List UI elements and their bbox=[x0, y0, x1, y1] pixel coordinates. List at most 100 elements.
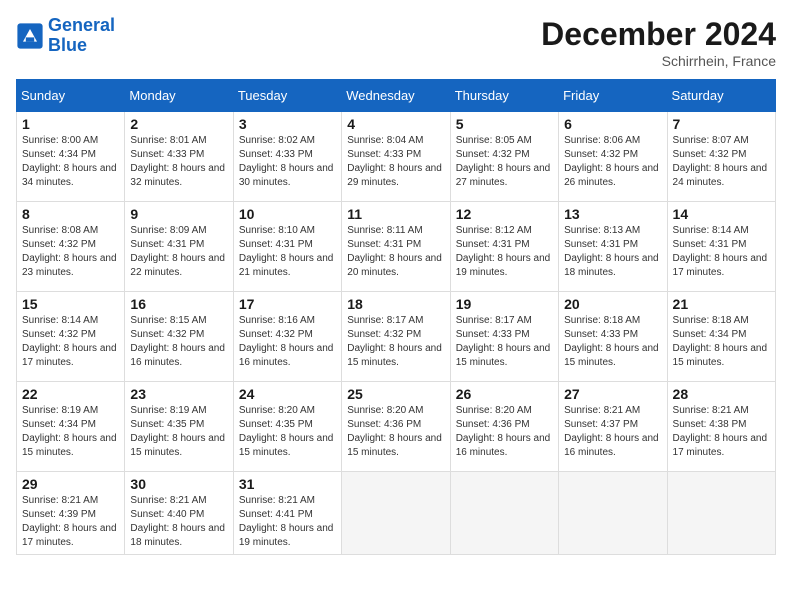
header-monday: Monday bbox=[125, 80, 233, 112]
header-tuesday: Tuesday bbox=[233, 80, 341, 112]
table-row: 20 Sunrise: 8:18 AMSunset: 4:33 PMDaylig… bbox=[559, 292, 667, 382]
table-row: 2 Sunrise: 8:01 AMSunset: 4:33 PMDayligh… bbox=[125, 112, 233, 202]
table-row bbox=[559, 472, 667, 555]
table-row: 30 Sunrise: 8:21 AMSunset: 4:40 PMDaylig… bbox=[125, 472, 233, 555]
table-row: 10 Sunrise: 8:10 AMSunset: 4:31 PMDaylig… bbox=[233, 202, 341, 292]
table-row: 29 Sunrise: 8:21 AMSunset: 4:39 PMDaylig… bbox=[17, 472, 125, 555]
day-number: 24 bbox=[239, 386, 336, 402]
table-row: 27 Sunrise: 8:21 AMSunset: 4:37 PMDaylig… bbox=[559, 382, 667, 472]
cell-content: Sunrise: 8:17 AMSunset: 4:32 PMDaylight:… bbox=[347, 314, 444, 370]
table-row bbox=[342, 472, 450, 555]
table-row: 26 Sunrise: 8:20 AMSunset: 4:36 PMDaylig… bbox=[450, 382, 558, 472]
cell-content: Sunrise: 8:20 AMSunset: 4:36 PMDaylight:… bbox=[347, 404, 444, 460]
week-row-3: 15 Sunrise: 8:14 AMSunset: 4:32 PMDaylig… bbox=[17, 292, 776, 382]
cell-content: Sunrise: 8:15 AMSunset: 4:32 PMDaylight:… bbox=[130, 314, 227, 370]
table-row: 23 Sunrise: 8:19 AMSunset: 4:35 PMDaylig… bbox=[125, 382, 233, 472]
table-row: 24 Sunrise: 8:20 AMSunset: 4:35 PMDaylig… bbox=[233, 382, 341, 472]
table-row bbox=[667, 472, 775, 555]
logo-line1: General bbox=[48, 15, 115, 35]
table-row: 18 Sunrise: 8:17 AMSunset: 4:32 PMDaylig… bbox=[342, 292, 450, 382]
day-number: 13 bbox=[564, 206, 661, 222]
day-number: 12 bbox=[456, 206, 553, 222]
table-row: 7 Sunrise: 8:07 AMSunset: 4:32 PMDayligh… bbox=[667, 112, 775, 202]
day-number: 2 bbox=[130, 116, 227, 132]
cell-content: Sunrise: 8:20 AMSunset: 4:36 PMDaylight:… bbox=[456, 404, 553, 460]
day-number: 8 bbox=[22, 206, 119, 222]
logo: General Blue bbox=[16, 16, 115, 56]
header-friday: Friday bbox=[559, 80, 667, 112]
table-row: 1 Sunrise: 8:00 AMSunset: 4:34 PMDayligh… bbox=[17, 112, 125, 202]
cell-content: Sunrise: 8:17 AMSunset: 4:33 PMDaylight:… bbox=[456, 314, 553, 370]
location: Schirrhein, France bbox=[541, 53, 776, 69]
title-section: December 2024 Schirrhein, France bbox=[541, 16, 776, 69]
day-number: 7 bbox=[673, 116, 770, 132]
cell-content: Sunrise: 8:19 AMSunset: 4:34 PMDaylight:… bbox=[22, 404, 119, 460]
cell-content: Sunrise: 8:07 AMSunset: 4:32 PMDaylight:… bbox=[673, 134, 770, 190]
day-number: 21 bbox=[673, 296, 770, 312]
day-number: 17 bbox=[239, 296, 336, 312]
table-row: 28 Sunrise: 8:21 AMSunset: 4:38 PMDaylig… bbox=[667, 382, 775, 472]
table-row: 15 Sunrise: 8:14 AMSunset: 4:32 PMDaylig… bbox=[17, 292, 125, 382]
cell-content: Sunrise: 8:18 AMSunset: 4:33 PMDaylight:… bbox=[564, 314, 661, 370]
day-number: 19 bbox=[456, 296, 553, 312]
day-number: 29 bbox=[22, 476, 119, 492]
header-thursday: Thursday bbox=[450, 80, 558, 112]
cell-content: Sunrise: 8:13 AMSunset: 4:31 PMDaylight:… bbox=[564, 224, 661, 280]
logo-icon bbox=[16, 22, 44, 50]
month-year: December 2024 bbox=[541, 16, 776, 53]
cell-content: Sunrise: 8:06 AMSunset: 4:32 PMDaylight:… bbox=[564, 134, 661, 190]
week-row-1: 1 Sunrise: 8:00 AMSunset: 4:34 PMDayligh… bbox=[17, 112, 776, 202]
day-number: 9 bbox=[130, 206, 227, 222]
table-row: 6 Sunrise: 8:06 AMSunset: 4:32 PMDayligh… bbox=[559, 112, 667, 202]
cell-content: Sunrise: 8:10 AMSunset: 4:31 PMDaylight:… bbox=[239, 224, 336, 280]
cell-content: Sunrise: 8:05 AMSunset: 4:32 PMDaylight:… bbox=[456, 134, 553, 190]
calendar: Sunday Monday Tuesday Wednesday Thursday… bbox=[16, 79, 776, 555]
cell-content: Sunrise: 8:00 AMSunset: 4:34 PMDaylight:… bbox=[22, 134, 119, 190]
cell-content: Sunrise: 8:01 AMSunset: 4:33 PMDaylight:… bbox=[130, 134, 227, 190]
day-number: 6 bbox=[564, 116, 661, 132]
cell-content: Sunrise: 8:14 AMSunset: 4:31 PMDaylight:… bbox=[673, 224, 770, 280]
logo-line2: Blue bbox=[48, 35, 87, 55]
table-row: 9 Sunrise: 8:09 AMSunset: 4:31 PMDayligh… bbox=[125, 202, 233, 292]
table-row: 8 Sunrise: 8:08 AMSunset: 4:32 PMDayligh… bbox=[17, 202, 125, 292]
day-number: 28 bbox=[673, 386, 770, 402]
day-number: 20 bbox=[564, 296, 661, 312]
table-row: 16 Sunrise: 8:15 AMSunset: 4:32 PMDaylig… bbox=[125, 292, 233, 382]
table-row: 17 Sunrise: 8:16 AMSunset: 4:32 PMDaylig… bbox=[233, 292, 341, 382]
day-number: 1 bbox=[22, 116, 119, 132]
day-number: 18 bbox=[347, 296, 444, 312]
table-row: 12 Sunrise: 8:12 AMSunset: 4:31 PMDaylig… bbox=[450, 202, 558, 292]
cell-content: Sunrise: 8:12 AMSunset: 4:31 PMDaylight:… bbox=[456, 224, 553, 280]
day-number: 4 bbox=[347, 116, 444, 132]
day-number: 3 bbox=[239, 116, 336, 132]
header-wednesday: Wednesday bbox=[342, 80, 450, 112]
week-row-5: 29 Sunrise: 8:21 AMSunset: 4:39 PMDaylig… bbox=[17, 472, 776, 555]
table-row: 5 Sunrise: 8:05 AMSunset: 4:32 PMDayligh… bbox=[450, 112, 558, 202]
table-row: 22 Sunrise: 8:19 AMSunset: 4:34 PMDaylig… bbox=[17, 382, 125, 472]
cell-content: Sunrise: 8:21 AMSunset: 4:38 PMDaylight:… bbox=[673, 404, 770, 460]
day-number: 26 bbox=[456, 386, 553, 402]
cell-content: Sunrise: 8:16 AMSunset: 4:32 PMDaylight:… bbox=[239, 314, 336, 370]
table-row bbox=[450, 472, 558, 555]
table-row: 31 Sunrise: 8:21 AMSunset: 4:41 PMDaylig… bbox=[233, 472, 341, 555]
logo-text: General Blue bbox=[48, 16, 115, 56]
table-row: 14 Sunrise: 8:14 AMSunset: 4:31 PMDaylig… bbox=[667, 202, 775, 292]
day-number: 27 bbox=[564, 386, 661, 402]
weekday-header-row: Sunday Monday Tuesday Wednesday Thursday… bbox=[17, 80, 776, 112]
table-row: 25 Sunrise: 8:20 AMSunset: 4:36 PMDaylig… bbox=[342, 382, 450, 472]
day-number: 30 bbox=[130, 476, 227, 492]
cell-content: Sunrise: 8:08 AMSunset: 4:32 PMDaylight:… bbox=[22, 224, 119, 280]
cell-content: Sunrise: 8:04 AMSunset: 4:33 PMDaylight:… bbox=[347, 134, 444, 190]
day-number: 15 bbox=[22, 296, 119, 312]
day-number: 11 bbox=[347, 206, 444, 222]
header-saturday: Saturday bbox=[667, 80, 775, 112]
day-number: 14 bbox=[673, 206, 770, 222]
table-row: 13 Sunrise: 8:13 AMSunset: 4:31 PMDaylig… bbox=[559, 202, 667, 292]
cell-content: Sunrise: 8:11 AMSunset: 4:31 PMDaylight:… bbox=[347, 224, 444, 280]
table-row: 21 Sunrise: 8:18 AMSunset: 4:34 PMDaylig… bbox=[667, 292, 775, 382]
day-number: 10 bbox=[239, 206, 336, 222]
day-number: 25 bbox=[347, 386, 444, 402]
day-number: 31 bbox=[239, 476, 336, 492]
day-number: 16 bbox=[130, 296, 227, 312]
week-row-2: 8 Sunrise: 8:08 AMSunset: 4:32 PMDayligh… bbox=[17, 202, 776, 292]
